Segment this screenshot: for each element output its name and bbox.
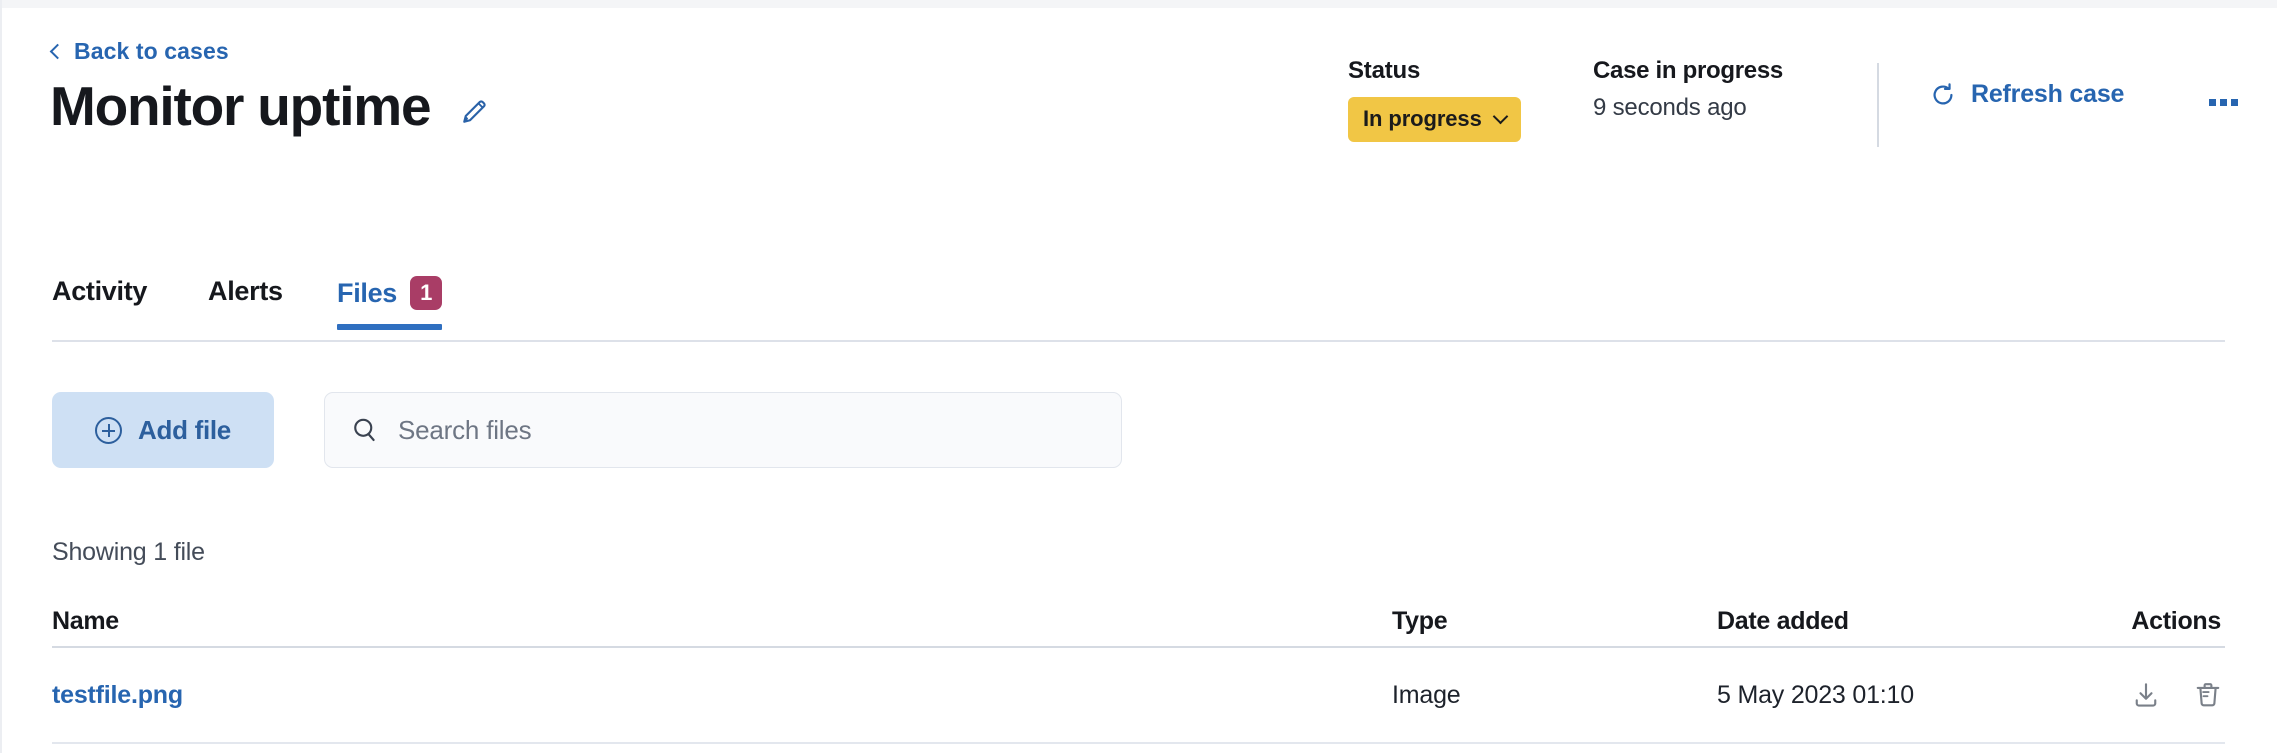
search-files-field[interactable] [324, 392, 1122, 468]
delete-file-button[interactable] [2191, 678, 2225, 712]
search-input[interactable] [398, 415, 1098, 446]
case-progress-timestamp: 9 seconds ago [1593, 94, 1863, 122]
files-table: Name Type Date added Actions testfile.pn… [52, 596, 2225, 744]
chevron-left-icon [50, 43, 66, 59]
add-file-label: Add file [138, 415, 231, 446]
tab-alerts-label: Alerts [208, 276, 283, 307]
refresh-case-label: Refresh case [1971, 80, 2124, 109]
table-row: testfile.png Image 5 May 2023 01:10 [52, 648, 2225, 744]
tab-files[interactable]: Files 1 [337, 276, 442, 328]
more-options-icon [2209, 99, 2216, 106]
more-options-icon [2220, 99, 2227, 106]
add-file-button[interactable]: Add file [52, 392, 274, 468]
case-progress-block: Case in progress 9 seconds ago [1593, 57, 1863, 122]
column-header-name: Name [52, 607, 1392, 636]
tab-bar: Activity Alerts Files 1 [0, 276, 2277, 342]
tab-files-label: Files [337, 278, 397, 309]
page-title: Monitor uptime [50, 75, 430, 138]
status-badge-label: In progress [1363, 106, 1482, 132]
cell-date-added: 5 May 2023 01:10 [1717, 681, 2017, 710]
header-divider [1877, 63, 1879, 147]
showing-count-text: Showing 1 file [52, 538, 205, 567]
tab-activity[interactable]: Activity [52, 276, 147, 325]
case-detail-page: Back to cases Monitor uptime Status In p… [0, 0, 2277, 753]
back-to-cases-link[interactable]: Back to cases [52, 38, 229, 65]
tab-active-underline [337, 324, 442, 330]
cell-type: Image [1392, 681, 1717, 710]
files-table-header: Name Type Date added Actions [52, 596, 2225, 648]
tab-activity-label: Activity [52, 276, 147, 307]
plus-circle-icon [95, 417, 122, 444]
tab-files-badge: 1 [410, 276, 442, 310]
trash-icon [2193, 680, 2223, 710]
more-options-icon [2231, 99, 2238, 106]
status-badge[interactable]: In progress [1348, 97, 1521, 142]
title-row: Monitor uptime [50, 75, 492, 138]
refresh-icon [1929, 81, 1957, 109]
column-header-date: Date added [1717, 607, 2017, 636]
edit-title-button[interactable] [456, 94, 492, 130]
more-options-button[interactable] [2203, 93, 2244, 112]
column-header-actions: Actions [2017, 607, 2225, 636]
cell-name: testfile.png [52, 681, 1392, 710]
status-label: Status [1348, 57, 1548, 85]
download-file-button[interactable] [2129, 678, 2163, 712]
cell-actions [2017, 678, 2225, 712]
refresh-case-button[interactable]: Refresh case [1929, 80, 2124, 109]
status-block: Status In progress [1348, 57, 1548, 142]
chevron-down-icon [1492, 108, 1508, 124]
tab-bar-rule [52, 340, 2225, 342]
search-icon [350, 415, 380, 445]
case-progress-title: Case in progress [1593, 57, 1863, 85]
file-name-link[interactable]: testfile.png [52, 681, 183, 709]
column-header-type: Type [1392, 607, 1717, 636]
pencil-icon [459, 97, 489, 127]
tab-alerts[interactable]: Alerts [208, 276, 283, 325]
download-icon [2131, 680, 2161, 710]
back-to-cases-label: Back to cases [74, 38, 229, 65]
